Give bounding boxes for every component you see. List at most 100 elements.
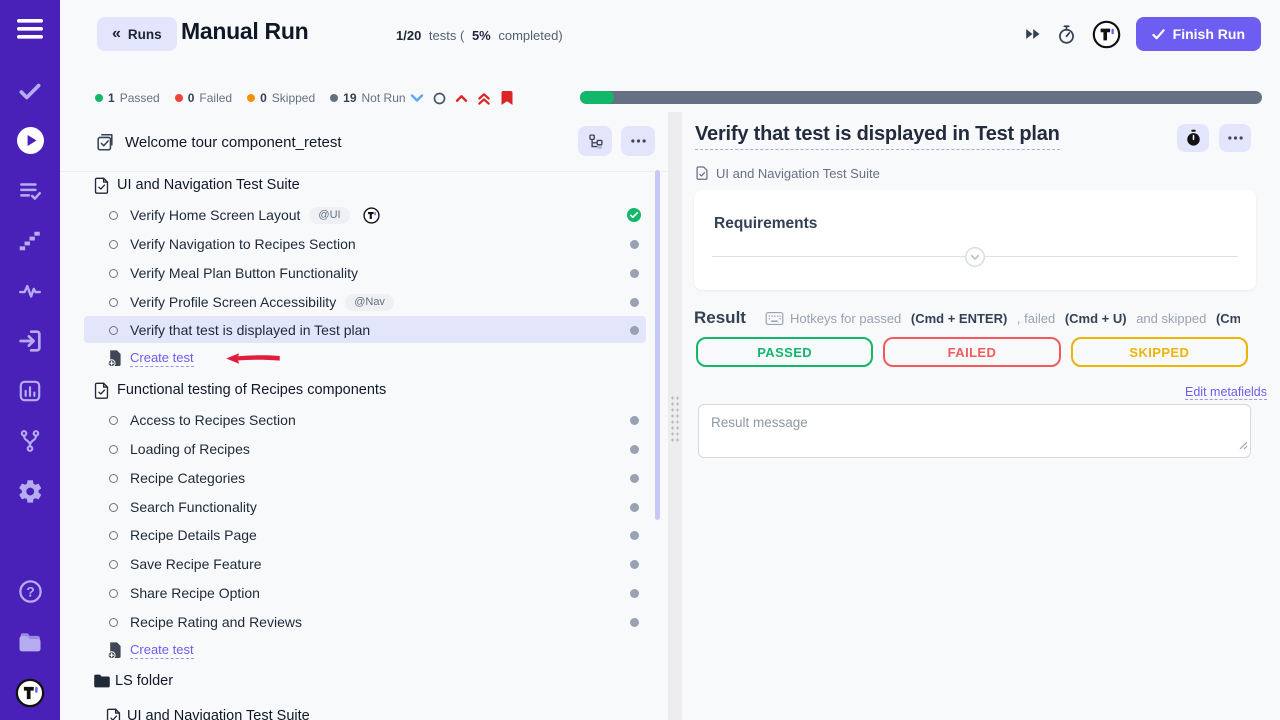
- tag-badge[interactable]: @Nav: [345, 294, 394, 311]
- main-area: « Runs Manual Run 1/20 tests ( 5% comple…: [60, 0, 1280, 720]
- pulse-icon[interactable]: [0, 278, 60, 304]
- test-row[interactable]: Recipe Categories: [60, 464, 662, 492]
- suite-row[interactable]: Functional testing of Recipes components: [60, 376, 662, 404]
- circle-bullet-icon: [109, 416, 118, 425]
- create-test-link[interactable]: Create test: [130, 642, 194, 659]
- tree-scrollbar[interactable]: [655, 170, 660, 520]
- test-title[interactable]: Verify Home Screen Layout: [130, 207, 300, 223]
- breadcrumb[interactable]: UI and Navigation Test Suite: [695, 165, 880, 181]
- priority-filters: [410, 85, 514, 111]
- test-tree: UI and Navigation Test Suite Verify Home…: [60, 112, 668, 720]
- create-test-row: Create test: [60, 344, 662, 372]
- testomat-logo-icon[interactable]: [363, 207, 380, 224]
- test-title[interactable]: Save Recipe Feature: [130, 556, 262, 572]
- back-chevrons-icon: «: [112, 25, 121, 43]
- test-row[interactable]: Recipe Details Page: [60, 521, 662, 549]
- test-title[interactable]: Verify Profile Screen Accessibility: [130, 294, 336, 310]
- folder-label[interactable]: LS folder: [115, 673, 173, 689]
- skipped-button[interactable]: SKIPPED: [1071, 337, 1248, 367]
- help-icon[interactable]: ?: [0, 578, 60, 605]
- test-title[interactable]: Search Functionality: [130, 499, 257, 515]
- test-title[interactable]: Verify that test is displayed in Test pl…: [130, 322, 370, 338]
- status-notrun-dot: [630, 474, 639, 483]
- stairs-icon[interactable]: [0, 228, 60, 254]
- test-row[interactable]: Search Functionality: [60, 493, 662, 521]
- testomat-logo-icon[interactable]: [0, 678, 60, 708]
- test-row[interactable]: Verify Home Screen Layout @UI: [60, 201, 662, 229]
- suite-label[interactable]: Functional testing of Recipes components: [117, 382, 386, 398]
- suite-row-partial[interactable]: 0.0 UI and Navigation Test Suite: [60, 702, 662, 720]
- check-icon[interactable]: [0, 78, 60, 104]
- double-chevron-up-icon[interactable]: [477, 92, 491, 105]
- test-tree-panel: Welcome tour component_retest UI and Nav…: [60, 112, 668, 720]
- fast-forward-icon[interactable]: [1024, 27, 1041, 41]
- test-title[interactable]: Access to Recipes Section: [130, 412, 296, 428]
- edit-metafields-link[interactable]: Edit metafields: [1185, 385, 1267, 400]
- chevron-down-circle-icon[interactable]: [964, 246, 986, 268]
- testomat-logo-icon[interactable]: [1092, 20, 1121, 49]
- folder-icon: [93, 673, 111, 689]
- gear-icon[interactable]: [0, 478, 60, 505]
- status-notrun-dot: [630, 589, 639, 598]
- suite-label[interactable]: UI and Navigation Test Suite: [117, 177, 300, 193]
- test-detail-title[interactable]: Verify that test is displayed in Test pl…: [695, 123, 1060, 150]
- test-row[interactable]: Verify Profile Screen Accessibility @Nav: [60, 288, 662, 316]
- stopwatch-icon[interactable]: [1177, 124, 1209, 152]
- folder-row[interactable]: LS folder: [60, 667, 662, 695]
- test-title[interactable]: Recipe Categories: [130, 470, 245, 486]
- check-icon: [1152, 29, 1165, 40]
- failed-button[interactable]: FAILED: [883, 337, 1060, 367]
- test-row-selected[interactable]: Verify that test is displayed in Test pl…: [60, 316, 662, 344]
- create-test-link[interactable]: Create test: [130, 350, 194, 367]
- suite-label[interactable]: UI and Navigation Test Suite: [127, 708, 310, 720]
- test-title[interactable]: Verify Meal Plan Button Functionality: [130, 265, 358, 281]
- document-check-icon: [93, 381, 110, 400]
- circle-bullet-icon: [109, 474, 118, 483]
- skipped-label: Skipped: [272, 91, 315, 105]
- hotkey-passed: (Cmd + ENTER): [911, 311, 1007, 326]
- passed-button[interactable]: PASSED: [696, 337, 873, 367]
- drag-handle-icon[interactable]: [670, 395, 680, 443]
- chevron-up-icon[interactable]: [455, 94, 468, 103]
- finish-run-button[interactable]: Finish Run: [1136, 17, 1261, 51]
- test-title[interactable]: Share Recipe Option: [130, 585, 260, 601]
- list-check-icon[interactable]: [0, 178, 60, 204]
- play-circle-icon[interactable]: [0, 125, 60, 156]
- breadcrumb-suite-label[interactable]: UI and Navigation Test Suite: [716, 166, 880, 181]
- test-title[interactable]: Recipe Rating and Reviews: [130, 614, 302, 630]
- test-row[interactable]: Share Recipe Option: [60, 579, 662, 607]
- requirements-card: Requirements: [694, 190, 1256, 290]
- panel-resize-gutter[interactable]: [668, 112, 682, 720]
- test-row[interactable]: Save Recipe Feature: [60, 550, 662, 578]
- test-row[interactable]: Verify Meal Plan Button Functionality: [60, 259, 662, 287]
- test-row[interactable]: Loading of Recipes: [60, 435, 662, 463]
- suite-row[interactable]: UI and Navigation Test Suite: [60, 171, 662, 199]
- create-test-row: Create test: [60, 636, 662, 664]
- back-to-runs-button[interactable]: « Runs: [97, 17, 177, 51]
- status-notrun-dot: [630, 298, 639, 307]
- test-row[interactable]: Access to Recipes Section: [60, 406, 662, 434]
- passed-label: Passed: [120, 91, 160, 105]
- sign-in-icon[interactable]: [0, 327, 60, 355]
- menu-icon[interactable]: [0, 18, 60, 40]
- branch-icon[interactable]: [0, 428, 60, 454]
- circle-icon[interactable]: [433, 92, 446, 105]
- page-title: Manual Run: [181, 18, 308, 45]
- chevron-down-icon[interactable]: [410, 93, 424, 103]
- hotkey-failed: (Cmd + U): [1065, 311, 1127, 326]
- hotkeys-text: and skipped: [1133, 311, 1210, 326]
- stopwatch-icon[interactable]: [1056, 24, 1077, 45]
- bookmark-icon[interactable]: [500, 90, 514, 106]
- test-row[interactable]: Recipe Rating and Reviews: [60, 608, 662, 636]
- ellipsis-icon[interactable]: [1219, 124, 1251, 152]
- circle-bullet-icon: [109, 589, 118, 598]
- test-title[interactable]: Loading of Recipes: [130, 441, 250, 457]
- test-title[interactable]: Recipe Details Page: [130, 527, 257, 543]
- result-message-input[interactable]: [698, 404, 1251, 458]
- tag-badge[interactable]: @UI: [309, 207, 349, 224]
- folder-icon[interactable]: [0, 628, 60, 656]
- skipped-count: 0: [260, 91, 267, 105]
- bar-chart-icon[interactable]: [0, 378, 60, 404]
- test-title[interactable]: Verify Navigation to Recipes Section: [130, 236, 356, 252]
- test-row[interactable]: Verify Navigation to Recipes Section: [60, 230, 662, 258]
